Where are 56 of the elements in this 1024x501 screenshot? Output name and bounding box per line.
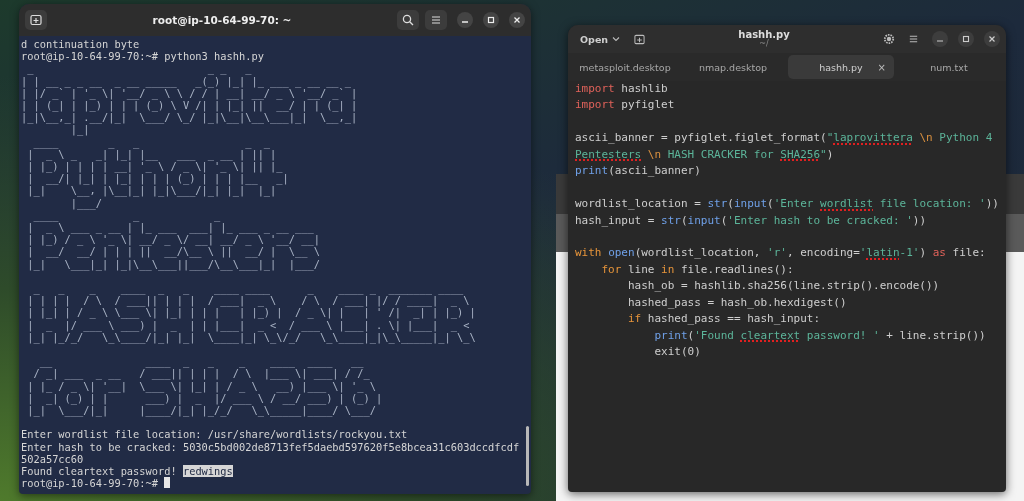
code-line: ascii_banner = pyfiglet.figlet_format("laprovittera \n Python 4: [575, 130, 993, 147]
menu-button[interactable]: [425, 10, 447, 30]
file-tab[interactable]: hashh.py ×: [788, 55, 894, 79]
code-line: print(ascii_banner): [575, 163, 701, 180]
minimize-button[interactable]: [932, 31, 948, 47]
ascii-art-text: _ _ _ _ | | __ _ _ __ _ __ _____ _(_) |_| |_ ___ _ __ __ _ | |/ _` | '_ \| '__/ _ \ \ / / | __| __/ _ \ '__/ _` | | | (_| | |_) | | | (_) \ V /| | |_| || __/ | | (_| | |_|\__,_| .__/|_| \___/ \_/ |_|\__|\__\___|_| \__,_| |_|: [21, 62, 359, 136]
code-line: wordlist_location = str(input('Enter wordlist file location: ')): [575, 196, 999, 213]
terminal-line: root@ip-10-64-99-70:~# python3 hashh.py: [21, 50, 265, 63]
file-path: ~/: [759, 40, 769, 49]
code-line: hash_ob = hashlib.sha256(line.strip().encode()): [626, 278, 940, 295]
terminal-text: root@ip-10-64-99-70:~#: [21, 477, 158, 490]
minimize-button[interactable]: [457, 12, 473, 28]
search-button[interactable]: [397, 10, 419, 30]
terminal-text: Enter wordlist file location: /usr/share/wordlists/rockyou.txt: [21, 428, 408, 441]
terminal-text: Enter hash to be cracked: 5030c5bd002de8713fef5daebd597620f5e8bcea31c603dccdfcdf: [21, 440, 520, 453]
code-line: with open(wordlist_location, 'r', encoding='latin-1') as file:: [575, 245, 986, 262]
ascii-art-text: _ _ _ ____ _ _ ____ ____ _ ____ _ _______ ____ | | | | / \ / ___|| | | | / ___| _ \ / \ / ___| |/ / ____| _ \ | |_| | / _ \ \___ \| |_| | | | | |_) | / _ \| | | ' /| _| | |_) | | _ |/ ___ \ ___) | _ | | |___| _ < / ___ \ |___| . \| |___| _ < |_| |_/_/ \_\____/|_| |_| \____|_| \_\/_/ \_\____|_|\_\_____|_| \_\: [26, 282, 477, 343]
maximize-icon: [487, 16, 495, 24]
terminal-line: d continuation byte: [21, 38, 141, 51]
ascii-art-text: __ ____ _ _ _ ____ ____ __ / _| ___ _ __ / ___|| | | | / \ |___ \| ___| / /_ | |_ / _ \| '__| \___ \| |_| | / _ \ __) |___ \| '_ \ | _| (_) | | ___) | _ |/ ___ \ / __/ ___) | (_) | |_| \___/|_| |____/|_| |_/_/ \_\_____|____/ \___/: [26, 355, 384, 417]
code-line: exit(0): [653, 344, 701, 361]
file-tab[interactable]: num.txt: [896, 55, 1002, 79]
ascii-art-text: ____ _ _ _ _ | _ \ _ _| |_| |__ ___ _ __ | || | | |_) | | | | __| '_ \ / _ \| '_ \| || |_ | __/| |_| | |_| | | | (_) | | | |__ _| |_| \__, |\__|_| |_|\___/|_| |_| |_| |___/: [26, 135, 290, 209]
window-title: root@ip-10-64-99-70: ~: [151, 14, 293, 26]
terminal-text: Found cleartext password!: [21, 465, 178, 478]
new-tab-button[interactable]: [25, 10, 47, 30]
code-line: Pentesters \n HASH CRACKER for SHA256"): [575, 146, 834, 163]
code-line: for line in file.readlines():: [600, 261, 794, 278]
new-tab-icon: [30, 14, 42, 26]
caret-icon: [612, 36, 621, 42]
code-line: import pyfiglet: [575, 97, 675, 114]
code-line: if hashed_pass == hash_input:: [626, 311, 821, 328]
code-line: hash_input = str(input('Enter hash to be cracked: ')): [575, 212, 927, 229]
settings-icon: [883, 33, 895, 45]
code-line: print('Found cleartext password! ' + line.strip()): [653, 327, 986, 344]
new-document-icon: [633, 33, 645, 45]
close-icon: [513, 16, 521, 24]
maximize-icon: [962, 35, 970, 43]
menu-icon: [907, 34, 919, 44]
maximize-button[interactable]: [958, 31, 974, 47]
close-button[interactable]: [509, 12, 525, 28]
open-button[interactable]: Open: [576, 31, 625, 47]
terminal-text: 502a57cc60: [21, 452, 84, 465]
close-button[interactable]: [984, 31, 1000, 47]
close-icon: [988, 35, 996, 43]
code-line: hashed_pass = hash_ob.hexdigest(): [626, 294, 847, 311]
file-tab[interactable]: nmap.desktop: [680, 55, 786, 79]
menu-icon: [430, 15, 442, 25]
tab-close-button[interactable]: ×: [877, 61, 886, 73]
search-icon: [402, 14, 414, 26]
code-line: import hashlib: [575, 81, 668, 97]
scrollbar[interactable]: [526, 426, 529, 486]
terminal-text: redwings: [182, 465, 233, 478]
window-title: hashh.py: [737, 29, 791, 41]
file-tab[interactable]: metasploit.desktop: [572, 55, 678, 79]
maximize-button[interactable]: [483, 12, 499, 28]
